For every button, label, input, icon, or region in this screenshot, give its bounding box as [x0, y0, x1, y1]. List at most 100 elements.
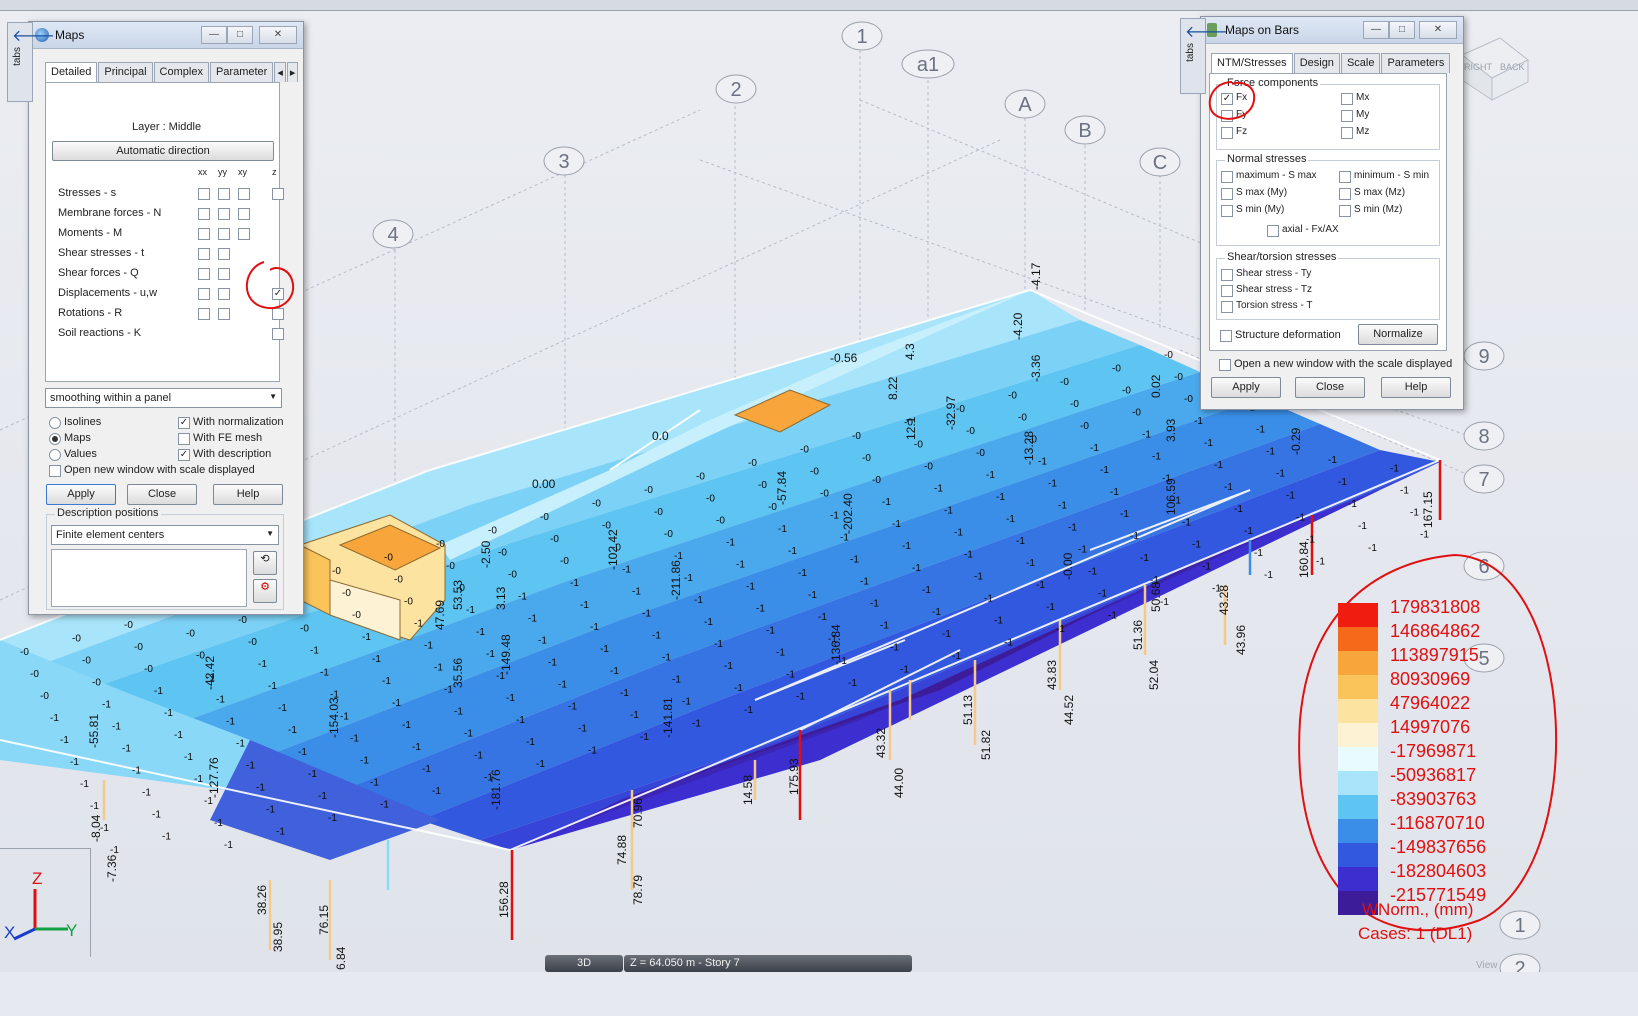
shear-checkbox[interactable]: [1221, 285, 1233, 297]
tab-scroll-right-icon[interactable]: ▸: [286, 62, 299, 82]
map-row-checkbox[interactable]: [218, 188, 230, 200]
shear-checkbox[interactable]: [1221, 269, 1233, 281]
mesh-value: -0: [436, 539, 445, 550]
normal-stress-checkbox[interactable]: [1267, 225, 1279, 237]
help-button[interactable]: Help: [213, 484, 283, 505]
structure-deformation-checkbox[interactable]: [1220, 330, 1232, 342]
mesh-value: -0: [144, 664, 153, 675]
mesh-value: -1: [506, 693, 515, 704]
map-row-checkbox[interactable]: [198, 188, 210, 200]
close-icon[interactable]: ✕: [259, 26, 297, 44]
map-row-label: Membrane forces - N: [58, 207, 162, 219]
maps-title-bar[interactable]: Maps — □ ✕: [29, 22, 303, 49]
bars-title-bar[interactable]: Maps on Bars — □ ✕: [1201, 17, 1463, 44]
map-row-checkbox[interactable]: [218, 268, 230, 280]
map-row-checkbox[interactable]: [198, 248, 210, 260]
mesh-value: -1: [268, 681, 277, 692]
map-row-checkbox[interactable]: [198, 268, 210, 280]
open-new-window-checkbox[interactable]: [49, 465, 61, 477]
radio-values[interactable]: [49, 449, 61, 461]
force-checkbox-my[interactable]: [1341, 110, 1353, 122]
tab-scale[interactable]: Scale: [1340, 53, 1381, 73]
open-new-window-scale-checkbox[interactable]: [1219, 359, 1231, 371]
mesh-value: -1: [860, 577, 869, 588]
description-positions-group: Description positions Finite element cen…: [46, 507, 284, 610]
close-button[interactable]: Close: [127, 484, 197, 505]
tab-principal[interactable]: Principal: [98, 62, 153, 82]
value-label: 14.58: [741, 775, 755, 805]
tab-parameters[interactable]: Parameters: [1381, 53, 1451, 73]
normal-stress-checkbox[interactable]: [1339, 171, 1351, 183]
apply-button[interactable]: Apply: [1211, 377, 1281, 398]
arrow-left-icon: 🡐: [1185, 24, 1228, 41]
tab-parameter[interactable]: Parameter: [209, 62, 274, 82]
legend-value: 47964022: [1390, 693, 1471, 713]
map-row-checkbox[interactable]: [218, 308, 230, 320]
map-row-checkbox[interactable]: [218, 288, 230, 300]
map-row-checkbox[interactable]: [238, 208, 250, 220]
minimize-button[interactable]: —: [1363, 21, 1389, 39]
help-button[interactable]: Help: [1381, 377, 1451, 398]
close-button[interactable]: Close: [1295, 377, 1365, 398]
mesh-value: -1: [588, 746, 597, 757]
mesh-value: -1: [558, 680, 567, 691]
maximize-button[interactable]: □: [1389, 21, 1415, 39]
tab-complex[interactable]: Complex: [153, 62, 209, 82]
story-indicator[interactable]: Z = 64.050 m - Story 7: [624, 955, 912, 972]
map-row-checkbox[interactable]: [198, 228, 210, 240]
force-checkbox-fz[interactable]: [1221, 127, 1233, 139]
radio-maps[interactable]: [49, 433, 61, 445]
map-row-checkbox[interactable]: [198, 308, 210, 320]
apply-button[interactable]: Apply: [46, 484, 116, 505]
map-row-checkbox[interactable]: [272, 328, 284, 340]
close-icon[interactable]: ✕: [1419, 21, 1457, 39]
view-cube-back[interactable]: BACK: [1500, 62, 1525, 72]
map-row-checkbox[interactable]: [218, 228, 230, 240]
normalize-button[interactable]: Normalize: [1358, 324, 1438, 345]
automatic-direction-button[interactable]: Automatic direction: [52, 141, 274, 161]
maps-side-tab[interactable]: 🡐 tabs: [7, 22, 55, 102]
mesh-value: -1: [828, 634, 837, 645]
view-mode-indicator[interactable]: 3D: [545, 955, 623, 972]
option-checkbox[interactable]: ✓: [178, 417, 190, 429]
map-row-checkbox[interactable]: [238, 188, 250, 200]
tab-scroll-left-icon[interactable]: ◂: [274, 62, 286, 82]
force-checkbox-mx[interactable]: [1341, 93, 1353, 105]
mesh-value: -1: [1296, 513, 1305, 524]
tab-detailed[interactable]: Detailed: [45, 62, 98, 82]
description-list[interactable]: [51, 549, 247, 607]
value-label: 167.15: [1421, 491, 1435, 528]
shear-checkbox[interactable]: [1221, 301, 1233, 313]
map-row-checkbox[interactable]: [272, 188, 284, 200]
normal-stress-checkbox[interactable]: [1221, 188, 1233, 200]
normal-stress-checkbox[interactable]: [1339, 205, 1351, 217]
mesh-value: -1: [766, 626, 775, 637]
tab-ntm-stresses[interactable]: NTM/Stresses: [1211, 53, 1293, 73]
map-row-checkbox[interactable]: [198, 208, 210, 220]
mesh-value: -0: [664, 529, 673, 540]
map-row-checkbox[interactable]: [238, 228, 250, 240]
refresh-icon[interactable]: ⟲: [253, 551, 277, 575]
option-checkbox[interactable]: [178, 433, 190, 445]
mesh-value: -1: [1140, 553, 1149, 564]
radio-isolines[interactable]: [49, 417, 61, 429]
map-row-checkbox[interactable]: [218, 208, 230, 220]
force-checkbox-mz[interactable]: [1341, 127, 1353, 139]
mesh-value: -1: [778, 524, 787, 535]
description-positions-select[interactable]: Finite element centers ▼: [51, 525, 279, 545]
normal-stress-checkbox[interactable]: [1339, 188, 1351, 200]
normal-stress-checkbox[interactable]: [1221, 205, 1233, 217]
tab-design[interactable]: Design: [1293, 53, 1340, 73]
map-row-checkbox[interactable]: [218, 248, 230, 260]
normal-stress-checkbox[interactable]: [1221, 171, 1233, 183]
minimize-button[interactable]: —: [201, 26, 227, 44]
smoothing-select[interactable]: smoothing within a panel ▼: [45, 388, 282, 408]
value-label: -7.36: [105, 854, 119, 882]
view-cube-right[interactable]: RIGHT: [1464, 62, 1492, 72]
mesh-value: -0: [82, 656, 91, 667]
option-checkbox[interactable]: ✓: [178, 449, 190, 461]
filter-tool-icon[interactable]: ⚙: [253, 579, 277, 603]
map-row-checkbox[interactable]: [198, 288, 210, 300]
mesh-value: -0: [612, 543, 621, 554]
maximize-button[interactable]: □: [227, 26, 253, 44]
